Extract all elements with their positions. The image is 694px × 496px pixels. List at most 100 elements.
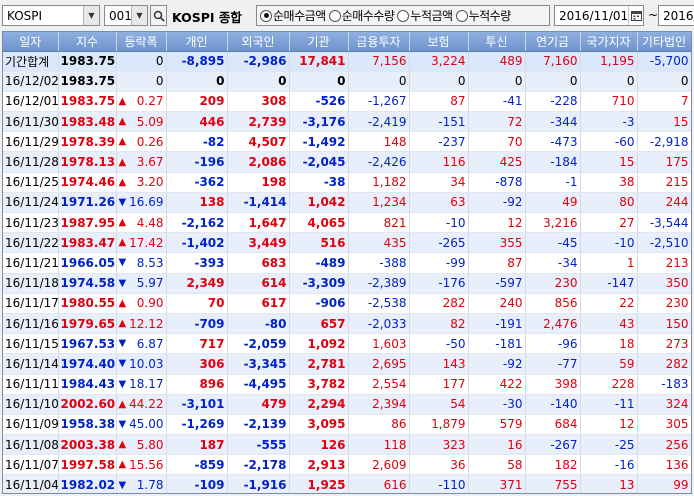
- column-header-fin[interactable]: 금융투자: [348, 32, 410, 52]
- code-combo[interactable]: 001 ▼: [104, 5, 148, 26]
- radio-dot[interactable]: [397, 9, 410, 22]
- table-row[interactable]: 16/11/14 1974.40 ▼ 10.03 306 -3,345 2,781 2,695…: [3, 353, 691, 375]
- change-cell: ▼ 18.17: [116, 374, 167, 395]
- market-name-label: KOSPI 종합: [172, 10, 242, 25]
- table-row[interactable]: 16/11/25 1974.46 ▲ 3.20 -362 198 -38 1,182 34 -87…: [3, 172, 691, 193]
- inst-cell: 3,095: [289, 414, 349, 436]
- date-to-field[interactable]: 2016/1: [658, 5, 694, 26]
- gov-cell: -3: [580, 111, 638, 133]
- foreign-cell: -1,916: [227, 474, 290, 493]
- column-header-change[interactable]: 등락폭: [116, 32, 167, 52]
- table-row[interactable]: 16/11/24 1971.26 ▼ 16.69 138 -1,414 1,042 1,234…: [3, 192, 691, 214]
- investor-trading-grid[interactable]: 일자 지수 등락폭 개인 외국인 기관 금융투자 보험 투신 연기금 국가지자 기타법인 기간합계 19…: [2, 31, 692, 494]
- column-header-ins[interactable]: 보험: [409, 32, 469, 52]
- table-row[interactable]: 16/11/30 1983.48 ▲ 5.09 446 2,739 -3,176 -2,419…: [3, 111, 691, 133]
- trust-cell: 422: [468, 374, 526, 395]
- foreign-cell: 617: [227, 293, 290, 314]
- up-triangle-icon: ▲: [118, 398, 127, 410]
- other-cell: -2,918: [637, 131, 691, 153]
- foreign-cell: 308: [227, 91, 290, 113]
- ins-cell: 282: [409, 293, 469, 314]
- table-row[interactable]: 16/12/02 1983.75 0 0 0 0 0 0 0 0 0 0: [3, 71, 691, 92]
- fin-cell: 2,554: [348, 374, 410, 395]
- date-cell: 16/11/14: [3, 353, 59, 375]
- market-combo[interactable]: KOSPI ▼: [2, 5, 100, 26]
- radio-cumulative-amount[interactable]: 누적금액: [397, 7, 453, 24]
- other-cell: 15: [637, 111, 691, 133]
- other-cell: 175: [637, 151, 691, 173]
- gov-cell: 228: [580, 374, 638, 395]
- radio-cumulative-volume[interactable]: 누적수량: [455, 7, 511, 24]
- column-header-date[interactable]: 일자: [3, 32, 59, 52]
- other-cell: 230: [637, 293, 691, 314]
- table-row[interactable]: 16/11/16 1979.65 ▲ 12.12 -709 -80 657 -2,033 82-…: [3, 313, 691, 335]
- table-row[interactable]: 16/11/07 1997.58 ▲ 15.56 -859 -2,178 2,913 2,60…: [3, 454, 691, 476]
- ins-cell: 177: [409, 374, 469, 395]
- investor-trading-table: 일자 지수 등락폭 개인 외국인 기관 금융투자 보험 투신 연기금 국가지자 기타법인 기간합계 19…: [3, 32, 691, 493]
- column-header-other[interactable]: 기타법인: [637, 32, 691, 52]
- table-row[interactable]: 16/11/17 1980.55 ▲ 0.90 70 617 -906 -2,538 282 24…: [3, 293, 691, 314]
- change-value: 44.22: [129, 397, 164, 412]
- summary-row[interactable]: 기간합계 1983.75 0 -8,895 -2,986 17,841 7,156 3,224…: [3, 51, 691, 72]
- pension-cell: -1: [525, 172, 581, 193]
- table-row[interactable]: 16/11/22 1983.47 ▲ 17.42 -1,402 3,449 516 435 -2…: [3, 232, 691, 254]
- table-row[interactable]: 16/11/11 1984.43 ▼ 18.17 896 -4,495 3,782 2,554…: [3, 374, 691, 395]
- change-value: 5.09: [136, 114, 164, 129]
- column-header-trust[interactable]: 투신: [468, 32, 526, 52]
- radio-dot[interactable]: [260, 9, 272, 22]
- column-header-gov[interactable]: 국가지자: [580, 32, 638, 52]
- fin-cell: 2,695: [348, 353, 410, 375]
- table-row[interactable]: 16/11/18 1974.58 ▼ 5.97 2,349 614 -3,309 -2,389…: [3, 273, 691, 294]
- pension-cell: -96: [525, 333, 581, 355]
- date-cell: 16/11/30: [3, 111, 59, 133]
- change-value: 15.56: [129, 457, 164, 472]
- index-cell: 1983.75: [58, 51, 117, 72]
- foreign-cell: -3,345: [227, 353, 290, 375]
- ins-cell: 3,224: [409, 51, 469, 72]
- chevron-down-icon[interactable]: ▼: [131, 6, 147, 25]
- table-row[interactable]: 16/11/21 1966.05 ▼ 8.53 -393 683 -489 -388 -99 87…: [3, 252, 691, 274]
- trust-cell: 58: [468, 454, 526, 476]
- column-header-inst[interactable]: 기관: [289, 32, 349, 52]
- radio-net-buy-volume[interactable]: 순매수수량: [328, 7, 395, 24]
- date-to-value: 2016/1: [663, 8, 694, 23]
- index-cell: 2002.60: [58, 394, 117, 415]
- fin-cell: 2,394: [348, 394, 410, 415]
- search-button[interactable]: [150, 5, 167, 26]
- column-header-index[interactable]: 지수: [58, 32, 117, 52]
- table-row[interactable]: 16/11/04 1982.02 ▼ 1.78 -109 -1,916 1,925 616 -1…: [3, 474, 691, 493]
- chevron-down-icon[interactable]: ▼: [83, 6, 99, 25]
- indiv-cell: 306: [166, 353, 228, 375]
- indiv-cell: 896: [166, 374, 228, 395]
- ins-cell: -151: [409, 111, 469, 133]
- table-row[interactable]: 16/11/28 1978.13 ▲ 3.67 -196 2,086 -2,045 -2,42…: [3, 151, 691, 173]
- table-row[interactable]: 16/12/01 1983.75 ▲ 0.27 209 308 -526 -1,267 87 -4…: [3, 91, 691, 113]
- code-combo-value: 001: [109, 8, 131, 23]
- column-header-foreign[interactable]: 외국인: [227, 32, 290, 52]
- calendar-icon[interactable]: [628, 6, 643, 25]
- change-value: 8.53: [136, 255, 164, 270]
- radio-net-buy-amount[interactable]: 순매수금액: [260, 7, 326, 24]
- table-row[interactable]: 16/11/29 1978.39 ▲ 0.26 -82 4,507 -1,492 148 -23…: [3, 131, 691, 153]
- fin-cell: 86: [348, 414, 410, 436]
- table-row[interactable]: 16/11/23 1987.95 ▲ 4.48 -2,162 1,647 4,065 821-…: [3, 212, 691, 234]
- table-row[interactable]: 16/11/09 1958.38 ▼ 45.00 -1,269 -2,139 3,095 86…: [3, 414, 691, 436]
- table-body: 기간합계 1983.75 0 -8,895 -2,986 17,841 7,156 3,224…: [3, 51, 691, 493]
- change-value: 45.00: [129, 417, 164, 432]
- fin-cell: 118: [348, 434, 410, 456]
- table-row[interactable]: 16/11/10 2002.60 ▲ 44.22 -3,101 479 2,294 2,394…: [3, 394, 691, 415]
- other-cell: 256: [637, 434, 691, 456]
- change-value: 4.48: [136, 215, 164, 230]
- pension-cell: 3,216: [525, 212, 581, 234]
- fin-cell: -388: [348, 252, 410, 274]
- table-row[interactable]: 16/11/08 2003.38 ▲ 5.80 187 -555 126 118 323 16 -2…: [3, 434, 691, 456]
- up-triangle-icon: ▲: [118, 176, 127, 188]
- trust-cell: 12: [468, 212, 526, 234]
- column-header-indiv[interactable]: 개인: [166, 32, 228, 52]
- date-from-field[interactable]: 2016/11/01: [554, 5, 644, 26]
- column-header-pension[interactable]: 연기금: [525, 32, 581, 52]
- radio-dot[interactable]: [328, 9, 341, 22]
- radio-dot[interactable]: [455, 9, 468, 22]
- table-row[interactable]: 16/11/15 1967.53 ▼ 6.87 717 -2,059 1,092 1,603-…: [3, 333, 691, 355]
- change-value: 18.17: [129, 377, 164, 392]
